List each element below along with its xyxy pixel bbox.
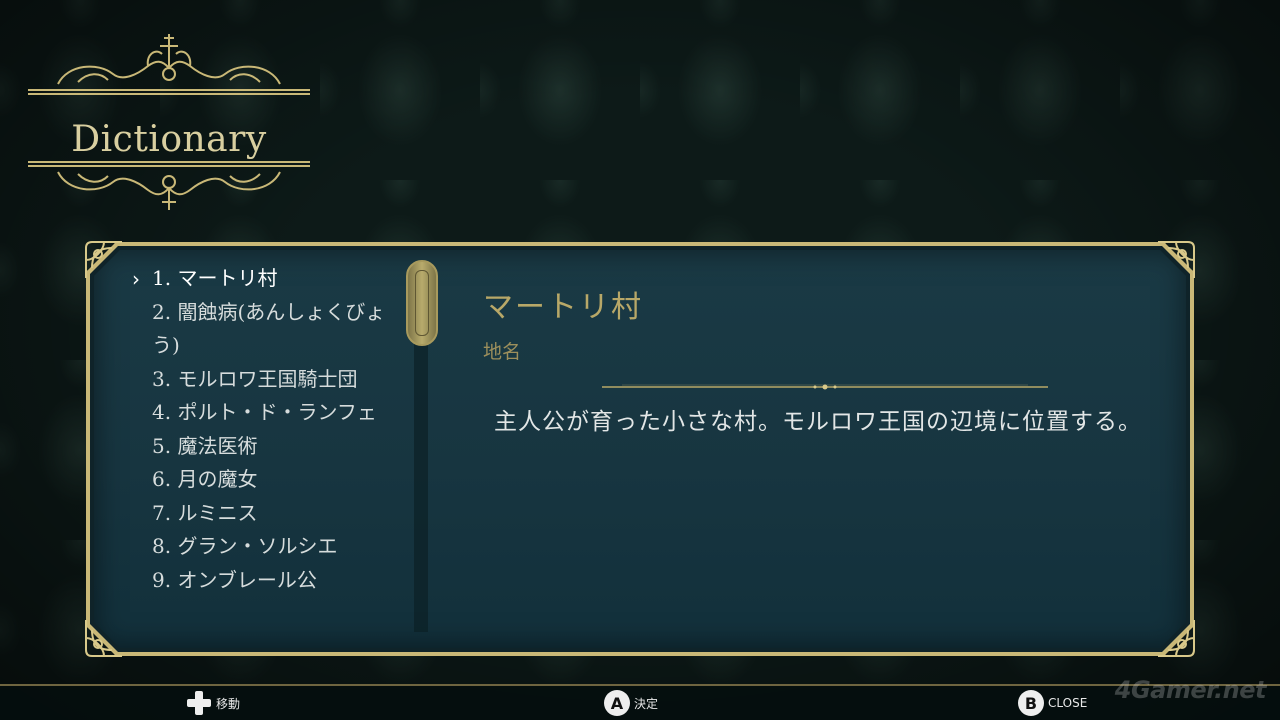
dpad-icon	[186, 690, 212, 716]
list-item[interactable]: 4. ポルト・ド・ランフェ	[152, 396, 402, 430]
entry-category: 地名	[483, 341, 522, 363]
b-button-icon: B	[1018, 690, 1044, 716]
list-item[interactable]: 8. グラン・ソルシエ	[152, 530, 402, 564]
list-item[interactable]: 1. マートリ村	[152, 262, 402, 296]
list-item[interactable]: 6. 月の魔女	[152, 463, 402, 497]
entry-description: 主人公が育った小さな村。モルロワ王国の辺境に位置する。	[494, 409, 1142, 435]
corner-ornament-icon	[1158, 241, 1195, 278]
corner-ornament-icon	[85, 241, 122, 278]
close-button[interactable]: B CLOSE	[1018, 690, 1087, 716]
entry-list: 1. マートリ村 2. 闇蝕病(あんしょくびょう) 3. モルロワ王国騎士団 4…	[152, 262, 402, 597]
confirm-button[interactable]: A 決定	[604, 690, 658, 716]
list-item[interactable]: 2. 闇蝕病(あんしょくびょう)	[152, 296, 402, 363]
list-item[interactable]: 3. モルロワ王国騎士団	[152, 363, 402, 397]
a-button-icon: A	[604, 690, 630, 716]
corner-ornament-icon	[1158, 620, 1195, 657]
move-hint-label: 移動	[216, 696, 241, 711]
page-title: Dictionary	[71, 119, 267, 160]
chevron-right-icon: ›	[132, 267, 140, 291]
confirm-hint-label: 決定	[634, 696, 659, 711]
list-item[interactable]: 9. オンブレール公	[152, 564, 402, 598]
watermark: 4Gamer.net	[1114, 676, 1267, 704]
corner-ornament-icon	[85, 620, 122, 657]
entry-title: マートリ村	[483, 290, 643, 325]
divider	[602, 384, 1048, 390]
list-item[interactable]: 7. ルミニス	[152, 497, 402, 531]
title-ornament: Dictionary	[28, 24, 310, 214]
move-hint: 移動	[186, 690, 240, 716]
list-item[interactable]: 5. 魔法医術	[152, 430, 402, 464]
close-hint-label: CLOSE	[1048, 696, 1088, 710]
scrollbar-thumb[interactable]	[406, 260, 438, 346]
